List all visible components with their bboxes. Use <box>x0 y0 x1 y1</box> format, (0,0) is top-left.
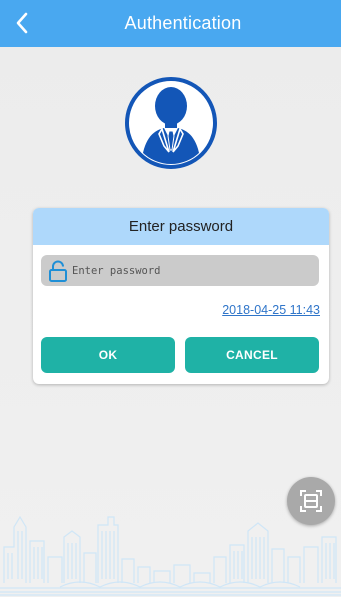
ok-button[interactable]: OK <box>41 337 175 373</box>
scan-icon <box>300 490 322 512</box>
app-header: Authentication <box>0 0 341 47</box>
password-input[interactable] <box>72 258 292 283</box>
timestamp-link[interactable]: 2018-04-25 11:43 <box>222 303 320 317</box>
password-field[interactable] <box>41 255 319 286</box>
page-title: Authentication <box>124 13 242 33</box>
unlock-icon <box>49 260 67 282</box>
cancel-button[interactable]: CANCEL <box>185 337 319 373</box>
scan-button[interactable] <box>287 477 335 525</box>
password-dialog: Enter password 2018-04-25 11:43 OK CANCE… <box>33 208 329 384</box>
avatar <box>124 76 218 170</box>
authentication-screen: Authentication Enter password 2018-04-25… <box>0 0 341 597</box>
dialog-title: Enter password <box>33 208 329 245</box>
business-person-icon <box>125 77 217 169</box>
